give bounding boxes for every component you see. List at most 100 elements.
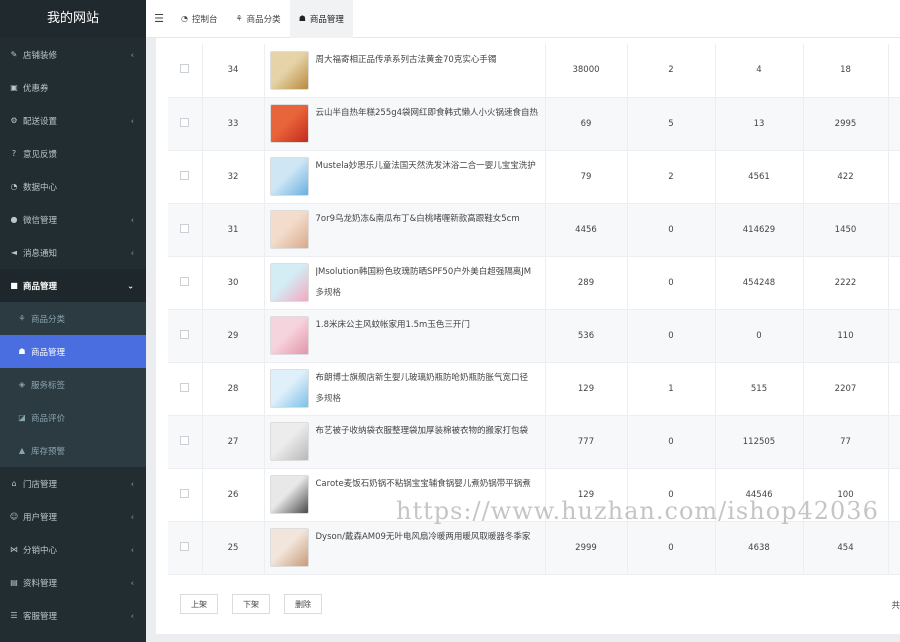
product-cell: Dyson/戴森AM09无叶电风扇冷暖两用暖风取暖器冬季家 <box>264 521 546 575</box>
product-id: 26 <box>202 468 265 522</box>
sidebar-item-top-6[interactable]: ◄ 消息通知 ‹ <box>0 236 146 269</box>
product-thumbnail[interactable] <box>269 528 309 567</box>
product-thumbnail[interactable] <box>269 475 309 514</box>
tab-1[interactable]: ⚘ 商品分类 <box>227 0 290 38</box>
product-spec: 多规格 <box>315 394 342 404</box>
sidebar-item-bottom-0[interactable]: ⌂ 门店管理 ‹ <box>0 467 146 500</box>
row-checkbox[interactable] <box>180 541 190 551</box>
sidebar-item-bottom-1[interactable]: ☺ 用户管理 ‹ <box>0 500 146 533</box>
product-text: Mustela妙思乐儿童法国天然洗发沐浴二合一婴儿宝宝洗护 <box>316 157 544 172</box>
tab-label: 控制台 <box>191 14 218 25</box>
row-checkbox[interactable] <box>180 382 190 392</box>
delete-button[interactable]: 删除 <box>284 594 322 614</box>
row-checkbox[interactable] <box>180 276 190 286</box>
sidebar-item-label: 店铺装修 <box>23 50 58 61</box>
product-name[interactable]: 云山半自热年糕255g4袋网红即食韩式懒人小火锅速食自热 <box>316 107 544 119</box>
cell-c1: 2999 <box>545 521 628 575</box>
tab-label: 商品分类 <box>246 14 281 25</box>
row-checkbox[interactable] <box>180 170 190 180</box>
product-thumbnail[interactable] <box>269 422 309 461</box>
coupon-icon: ▣ <box>10 83 18 92</box>
warning-icon: ▲ <box>18 446 26 455</box>
cell-c2: 0 <box>627 415 716 469</box>
cell-c3: 4561 <box>715 150 804 204</box>
row-checkbox-cell <box>168 44 203 98</box>
sidebar-item-top-0[interactable]: ✎ 店铺装修 ‹ <box>0 38 146 71</box>
sidebar-item-sub-0[interactable]: ⚘ 商品分类 <box>0 302 146 335</box>
product-name[interactable]: 周大福寄相正品传承系列古法黄金70克实心手镯 <box>316 54 544 66</box>
cell-c2: 1 <box>627 362 716 416</box>
menu-toggle-icon[interactable]: ☰ <box>146 12 172 25</box>
off-shelf-button[interactable]: 下架 <box>232 594 270 614</box>
row-checkbox[interactable] <box>180 223 190 233</box>
sidebar-item-sub-4[interactable]: ▲ 库存预警 <box>0 434 146 467</box>
row-checkbox[interactable] <box>180 488 190 498</box>
row-checkbox-cell <box>168 521 203 575</box>
product-cell: 布艺被子收纳袋衣服整理袋加厚装棉被衣物的搬家打包袋 <box>264 415 546 469</box>
table-row: 33 云山半自热年糕255g4袋网红即食韩式懒人小火锅速食自热 69 5 13 2995 <box>168 97 900 151</box>
sidebar-item-top-3[interactable]: ? 意见反馈 <box>0 137 146 170</box>
product-name[interactable]: 1.8米床公主风蚊帐家用1.5m玉色三开门 <box>316 319 544 331</box>
tab-2[interactable]: ☗ 商品管理 <box>289 0 353 38</box>
row-checkbox[interactable] <box>180 435 190 445</box>
cell-extra <box>888 44 900 98</box>
cogs-icon: ⚙ <box>10 116 18 125</box>
bullhorn-icon: ◄ <box>10 248 18 257</box>
sidebar-item-top-5[interactable]: ● 微信管理 ‹ <box>0 203 146 236</box>
product-thumbnail[interactable] <box>269 157 309 196</box>
sidebar-item-sub-3[interactable]: ◪ 商品评价 <box>0 401 146 434</box>
site-logo[interactable]: 我的网站 <box>0 0 146 38</box>
product-name[interactable]: Carote麦饭石奶锅不粘锅宝宝辅食锅婴儿煮奶锅带平锅煮 <box>316 478 544 490</box>
product-name[interactable]: 布艺被子收纳袋衣服整理袋加厚装棉被衣物的搬家打包袋 <box>316 425 544 437</box>
row-checkbox[interactable] <box>180 64 190 74</box>
question-icon: ? <box>11 149 17 158</box>
sidebar-item-bottom-3[interactable]: ▤ 资料管理 ‹ <box>0 566 146 599</box>
sidebar-item-label: 库存预警 <box>31 446 66 457</box>
product-table: 34 周大福寄相正品传承系列古法黄金70克实心手镯 38000 2 4 18 33 云山半自热… <box>168 44 900 575</box>
product-name[interactable]: Dyson/戴森AM09无叶电风扇冷暖两用暖风取暖器冬季家 <box>316 531 544 543</box>
sidebar-item-product-group[interactable]: ■ 商品管理 ⌄ <box>0 269 146 302</box>
product-info: JMsolution韩国粉色玫瑰防晒SPF50户外美白超强隔离JM 多规格 <box>265 263 545 302</box>
sidebar-item-sub-1[interactable]: ☗ 商品管理 <box>0 335 146 368</box>
table-row: 25 Dyson/戴森AM09无叶电风扇冷暖两用暖风取暖器冬季家 2999 0 4638… <box>168 521 900 575</box>
cell-extra <box>888 362 900 416</box>
list-icon: ☰ <box>10 611 18 620</box>
product-name[interactable]: 布朗博士旗舰店新生婴儿玻璃奶瓶防呛奶瓶防胀气宽口径 <box>316 372 544 384</box>
sidebar-item-top-1[interactable]: ▣ 优惠券 <box>0 71 146 104</box>
wechat-icon: ● <box>10 215 18 224</box>
chevron-left-icon: ‹ <box>130 611 134 620</box>
product-id: 28 <box>202 362 265 416</box>
row-checkbox-cell <box>168 309 203 363</box>
tab-0[interactable]: ◔ 控制台 <box>172 0 227 38</box>
product-text: 1.8米床公主风蚊帐家用1.5m玉色三开门 <box>316 316 544 331</box>
sidebar-item-sub-2[interactable]: ◈ 服务标签 <box>0 368 146 401</box>
row-checkbox-cell <box>168 97 203 151</box>
product-submenu: ⚘ 商品分类 ☗ 商品管理 ◈ 服务标签 ◪ 商品评价 ▲ 库存预警 <box>0 302 146 467</box>
on-shelf-button[interactable]: 上架 <box>180 594 218 614</box>
row-checkbox[interactable] <box>180 117 190 127</box>
product-thumbnail[interactable] <box>269 263 309 302</box>
product-name[interactable]: JMsolution韩国粉色玫瑰防晒SPF50户外美白超强隔离JM <box>316 266 544 278</box>
product-name[interactable]: Mustela妙思乐儿童法国天然洗发沐浴二合一婴儿宝宝洗护 <box>316 160 544 172</box>
sidebar-item-bottom-2[interactable]: ⋈ 分销中心 ‹ <box>0 533 146 566</box>
cell-c3: 112505 <box>715 415 804 469</box>
table-row: 28 布朗博士旗舰店新生婴儿玻璃奶瓶防呛奶瓶防胀气宽口径 多规格 129 1 515 220… <box>168 362 900 416</box>
product-thumbnail[interactable] <box>269 369 309 408</box>
row-checkbox[interactable] <box>180 329 190 339</box>
sidebar-item-top-4[interactable]: ◔ 数据中心 <box>0 170 146 203</box>
sidebar-item-bottom-4[interactable]: ☰ 客服管理 ‹ <box>0 599 146 632</box>
bank-icon: ⌂ <box>11 479 17 488</box>
product-thumbnail[interactable] <box>269 50 309 90</box>
sitemap-icon: ⚘ <box>235 14 243 23</box>
chevron-left-icon: ‹ <box>130 512 134 521</box>
sitemap-icon: ⚘ <box>18 314 26 323</box>
product-thumbnail[interactable] <box>269 104 309 143</box>
sidebar-item-label: 意见反馈 <box>23 149 58 160</box>
product-thumbnail[interactable] <box>269 210 309 249</box>
product-thumbnail[interactable] <box>269 316 309 355</box>
sidebar-item-label: 服务标签 <box>31 380 66 391</box>
sidebar-item-top-2[interactable]: ⚙ 配送设置 ‹ <box>0 104 146 137</box>
product-name[interactable]: 7or9乌龙奶冻&南瓜布丁&白桃啫喱新款高跟鞋女5cm <box>316 213 544 225</box>
cell-c2: 5 <box>627 97 716 151</box>
sidebar: 我的网站 ✎ 店铺装修 ‹ ▣ 优惠券 ⚙ 配送设置 ‹? 意见反馈 ◔ 数据中心 ● 微信管理 ‹ ◄ 消息… <box>0 0 146 642</box>
